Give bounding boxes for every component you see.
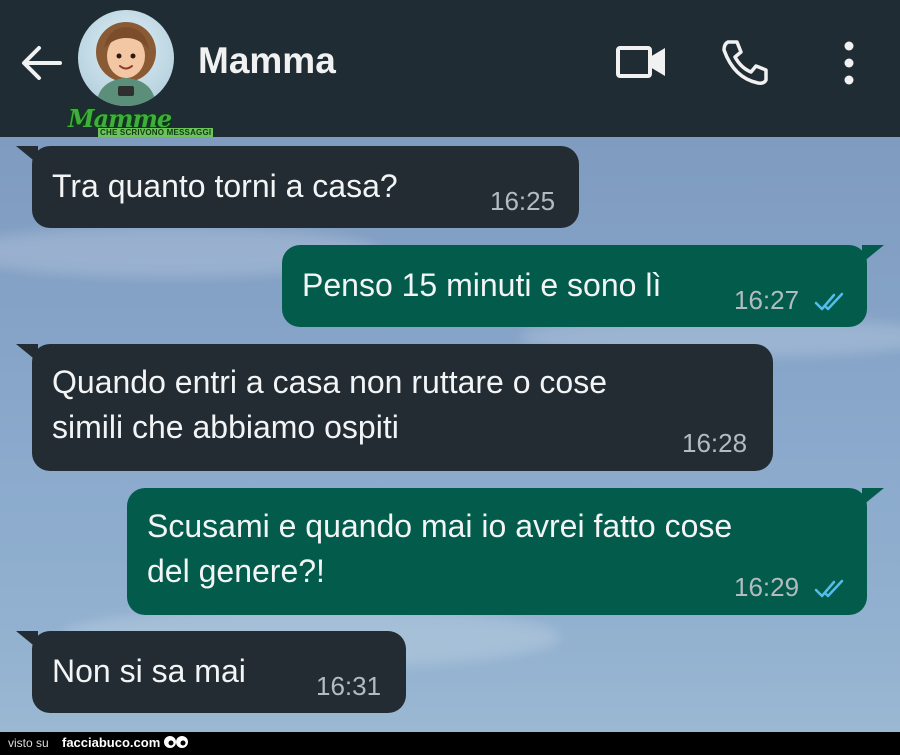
message-time: 16:27 <box>734 285 800 315</box>
message-bubble-outgoing[interactable]: Scusami e quando mai io avrei fatto cose… <box>127 488 867 615</box>
message-bubble-incoming[interactable]: Tra quanto torni a casa? 16:25 <box>32 146 579 228</box>
bubble-tail <box>16 146 38 164</box>
message-time: 16:29 <box>734 572 800 602</box>
message-text-line: Scusami e quando mai io avrei fatto cose <box>147 508 733 544</box>
message-text: Non si sa mai <box>52 653 246 689</box>
bubble-tail <box>16 344 38 362</box>
message-text-line: del genere?! <box>147 553 325 589</box>
footer-visto-label: visto su <box>8 736 49 750</box>
message-time: 16:25 <box>490 186 556 216</box>
more-vertical-icon[interactable] <box>838 40 860 86</box>
footer-bar: visto su facciabuco.com <box>0 732 900 755</box>
message-bubble-incoming[interactable]: Non si sa mai 16:31 <box>32 631 406 713</box>
eyes-logo-icon <box>164 736 188 748</box>
message-text: Tra quanto torni a casa? <box>52 168 398 204</box>
message-text-line: simili che abbiamo ospiti <box>52 409 399 445</box>
watermark-subtitle: CHE SCRIVONO MESSAGGI <box>98 128 214 137</box>
back-arrow-icon[interactable] <box>20 44 62 82</box>
message-text-line: Quando entri a casa non ruttare o cose <box>52 364 608 400</box>
avatar-illustration <box>96 22 156 106</box>
chat-area[interactable]: Tra quanto torni a casa? 16:25 Penso 15 … <box>0 137 900 732</box>
message-time: 16:31 <box>316 671 382 701</box>
watermark-logo: Mamme CHE SCRIVONO MESSAGGI <box>58 104 214 138</box>
message-text: Penso 15 minuti e sono lì <box>302 267 662 303</box>
message-time: 16:28 <box>682 428 748 458</box>
message-bubble-incoming[interactable]: Quando entri a casa non ruttare o cose s… <box>32 344 773 471</box>
footer-site-link[interactable]: facciabuco.com <box>62 735 160 750</box>
bubble-tail <box>16 631 38 649</box>
double-check-icon <box>814 292 844 311</box>
chat-header: Mamme CHE SCRIVONO MESSAGGI Mamma <box>0 0 900 137</box>
contact-avatar[interactable] <box>78 10 174 106</box>
contact-name[interactable]: Mamma <box>198 40 336 82</box>
message-bubble-outgoing[interactable]: Penso 15 minuti e sono lì 16:27 <box>282 245 867 327</box>
phone-icon[interactable] <box>720 38 770 86</box>
bubble-tail <box>862 488 884 506</box>
video-call-icon[interactable] <box>615 42 669 82</box>
bubble-tail <box>862 245 884 263</box>
double-check-icon <box>814 579 844 598</box>
